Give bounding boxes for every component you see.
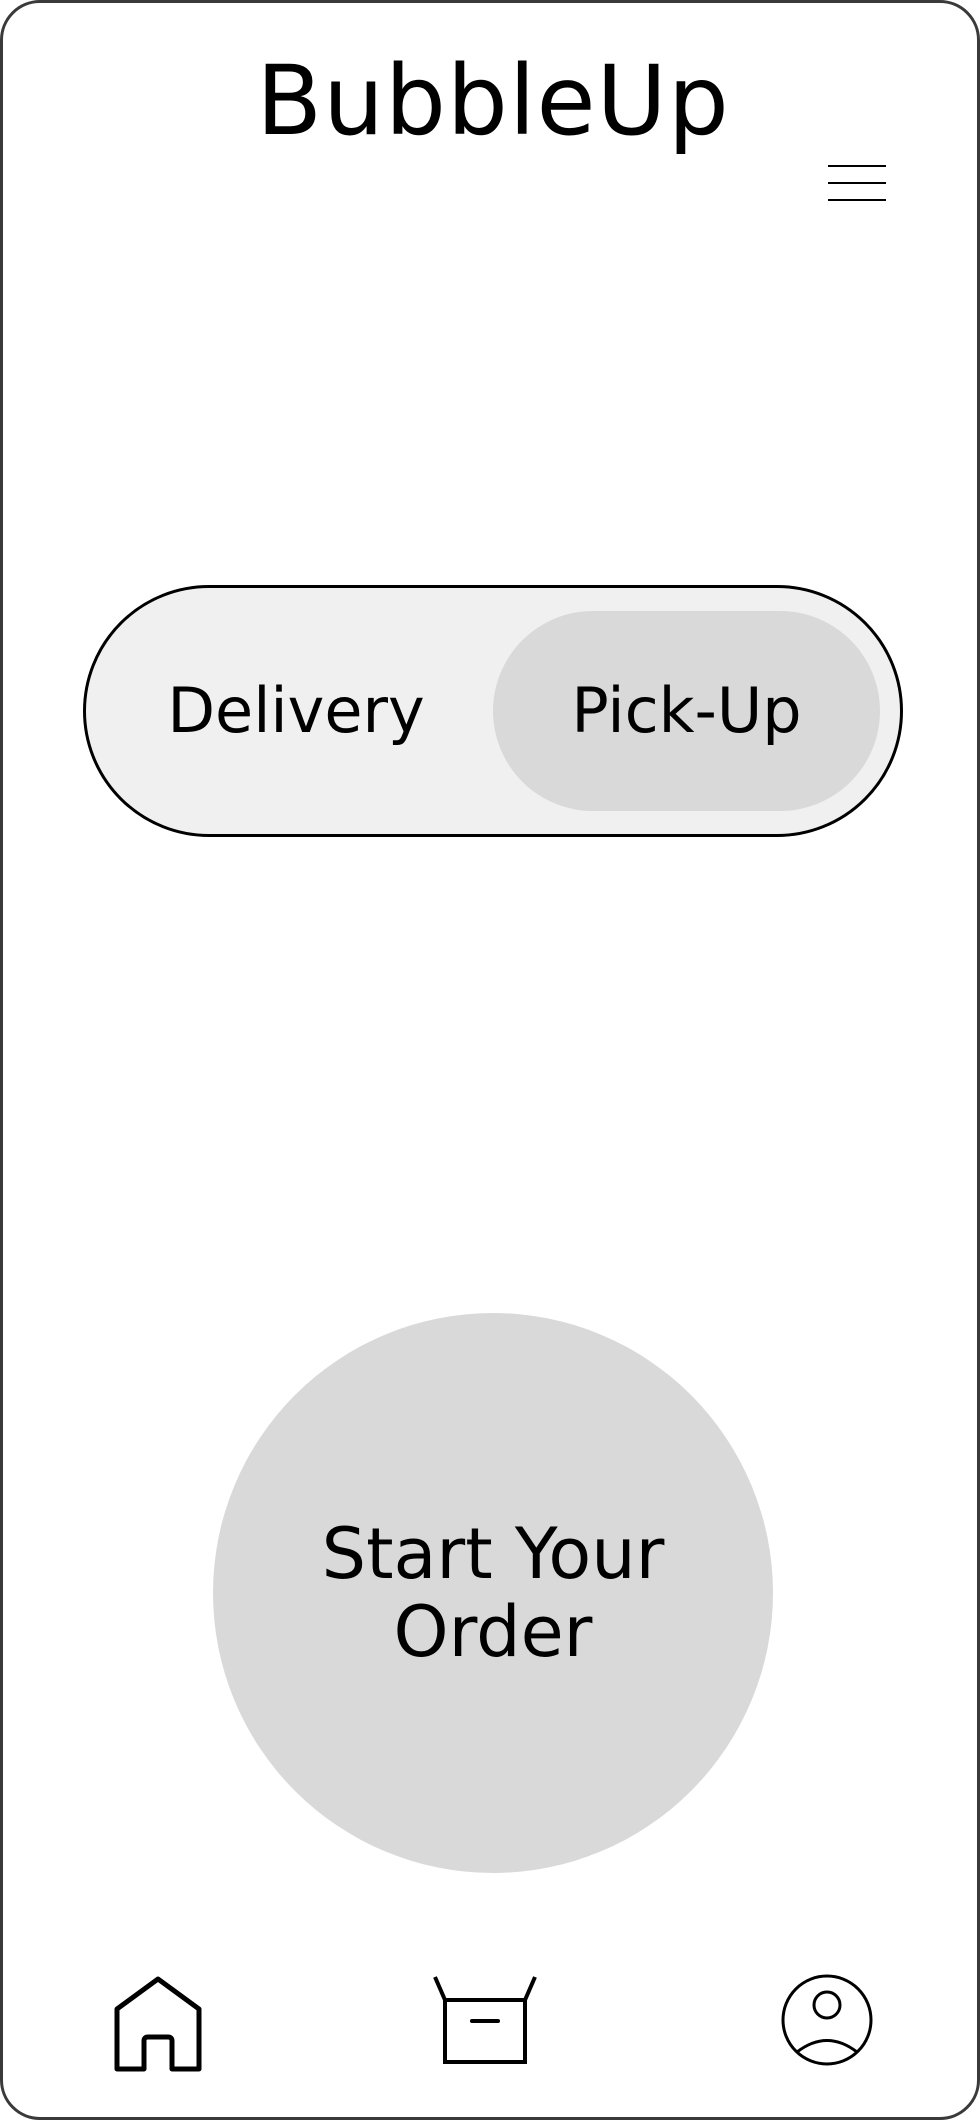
app-title: BubbleUp: [256, 45, 730, 157]
toggle-option-pick-up[interactable]: Pick-Up: [493, 611, 880, 811]
start-order-button[interactable]: Start Your Order: [213, 1313, 773, 1873]
start-order-label: Start Your Order: [321, 1513, 665, 1673]
toggle-option-delivery[interactable]: Delivery: [126, 588, 466, 834]
nav-home-button[interactable]: [103, 1965, 213, 2075]
menu-line: [828, 165, 886, 167]
toggle-option-pick-up-label: Pick-Up: [571, 674, 802, 747]
hamburger-menu-icon[interactable]: [825, 158, 889, 208]
nav-profile-button[interactable]: [772, 1965, 882, 2075]
home-icon: [114, 1976, 202, 2072]
box-icon: [433, 1976, 537, 2064]
user-profile-icon: [781, 1974, 873, 2066]
menu-line: [828, 199, 886, 201]
app-screen: BubbleUp Delivery Pick-Up Start Your Ord…: [0, 0, 980, 2120]
order-mode-toggle[interactable]: Delivery Pick-Up: [83, 585, 903, 837]
menu-line: [828, 182, 886, 184]
nav-orders-button[interactable]: [430, 1965, 540, 2075]
